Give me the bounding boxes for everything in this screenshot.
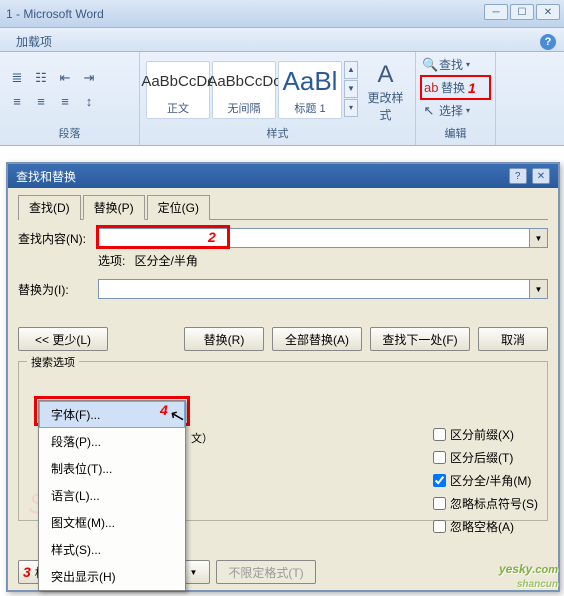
dialog-button-row: << 更少(L) 替换(R) 全部替换(A) 查找下一处(F) 取消 bbox=[18, 327, 548, 351]
find-replace-dialog: 查找和替换 ? ✕ Shiny 查找(D) 替换(P) 定位(G) 查找内容(N… bbox=[6, 162, 560, 592]
replace-icon: ab bbox=[424, 80, 438, 95]
select-button[interactable]: ↖ 选择 ▾ bbox=[420, 100, 491, 121]
find-dropdown-icon[interactable]: ▼ bbox=[530, 228, 548, 248]
find-next-button[interactable]: 查找下一处(F) bbox=[370, 327, 470, 351]
options-value: 区分全/半角 bbox=[135, 254, 198, 268]
window-controls: ─ ☐ ✕ bbox=[484, 4, 560, 20]
replace-dropdown-icon[interactable]: ▼ bbox=[530, 279, 548, 299]
ribbon: ≣ ☷ ⇤ ⇥ ≡ ≡ ≡ ↕ 段落 AaBbCcDc 正文 AaBbCcDc … bbox=[0, 52, 564, 146]
gallery-up-icon[interactable]: ▲ bbox=[344, 61, 358, 79]
find-icon: 🔍 bbox=[422, 57, 436, 73]
no-format-button: 不限定格式(T) bbox=[216, 560, 316, 584]
group-styles: AaBbCcDc 正文 AaBbCcDc 无间隔 AaBl 标题 1 ▲ ▼ ▾ bbox=[140, 52, 416, 145]
format-menu: 字体(F)... 段落(P)... 制表位(T)... 语言(L)... 图文框… bbox=[38, 400, 186, 591]
ribbon-tabs: 加载项 bbox=[0, 28, 564, 52]
window-title: 1 - Microsoft Word bbox=[6, 7, 104, 21]
cancel-button[interactable]: 取消 bbox=[478, 327, 548, 351]
check-prefix[interactable]: 区分前缀(X) bbox=[433, 426, 538, 443]
group-paragraph: ≣ ☷ ⇤ ⇥ ≡ ≡ ≡ ↕ 段落 bbox=[0, 52, 140, 145]
find-input[interactable] bbox=[98, 228, 530, 248]
change-styles-icon: A bbox=[362, 61, 409, 89]
style-gallery: AaBbCcDc 正文 AaBbCcDc 无间隔 AaBl 标题 1 ▲ ▼ ▾ bbox=[146, 61, 358, 119]
annotation-3: 3 bbox=[23, 564, 31, 580]
tab-addins[interactable]: 加载项 bbox=[8, 31, 60, 52]
numbering-icon[interactable]: ☷ bbox=[30, 67, 52, 89]
search-options-legend: 搜索选项 bbox=[27, 354, 79, 370]
minimize-button[interactable]: ─ bbox=[484, 4, 508, 20]
change-styles-button[interactable]: A 更改样式 bbox=[362, 57, 409, 123]
title-bar: 1 - Microsoft Word bbox=[0, 0, 564, 28]
watermark: yesky.com shancun bbox=[499, 553, 558, 590]
menu-language[interactable]: 语言(L)... bbox=[39, 482, 185, 509]
menu-highlight[interactable]: 突出显示(H) bbox=[39, 563, 185, 590]
less-button[interactable]: << 更少(L) bbox=[18, 327, 108, 351]
gallery-scroll: ▲ ▼ ▾ bbox=[344, 61, 358, 117]
menu-style[interactable]: 样式(S)... bbox=[39, 536, 185, 563]
replace-label: 替换为(I): bbox=[18, 281, 98, 298]
align-right-icon[interactable]: ≡ bbox=[54, 91, 76, 113]
dialog-body: Shiny 查找(D) 替换(P) 定位(G) 查找内容(N): ▼ 2 选项:… bbox=[8, 188, 558, 590]
stray-text: 文） bbox=[191, 430, 213, 446]
annotation-4: 4 bbox=[160, 402, 168, 418]
line-spacing-icon[interactable]: ↕ bbox=[78, 91, 100, 113]
dropdown-icon: ▾ bbox=[466, 60, 470, 69]
gallery-more-icon[interactable]: ▾ bbox=[344, 99, 358, 117]
dialog-close-icon[interactable]: ✕ bbox=[532, 168, 550, 184]
tab-replace[interactable]: 替换(P) bbox=[83, 195, 145, 220]
dropdown-icon: ▾ bbox=[466, 106, 470, 115]
replace-button[interactable]: ab 替换 1 bbox=[420, 75, 491, 100]
align-center-icon[interactable]: ≡ bbox=[30, 91, 52, 113]
group-editing: 🔍 查找 ▾ ab 替换 1 ↖ 选择 ▾ 编辑 bbox=[416, 52, 496, 145]
dialog-tabs: 查找(D) 替换(P) 定位(G) bbox=[18, 194, 548, 220]
style-nospacing[interactable]: AaBbCcDc 无间隔 bbox=[212, 61, 276, 119]
help-icon[interactable]: ? bbox=[540, 34, 556, 50]
find-row: 查找内容(N): ▼ 2 bbox=[18, 228, 548, 248]
menu-frame[interactable]: 图文框(M)... bbox=[39, 509, 185, 536]
check-space[interactable]: 忽略空格(A) bbox=[433, 518, 538, 535]
find-button[interactable]: 🔍 查找 ▾ bbox=[420, 54, 491, 75]
check-halfwidth[interactable]: 区分全/半角(M) bbox=[433, 472, 538, 489]
dialog-titlebar[interactable]: 查找和替换 ? ✕ bbox=[8, 164, 558, 188]
dialog-title: 查找和替换 bbox=[16, 168, 76, 185]
close-button[interactable]: ✕ bbox=[536, 4, 560, 20]
options-row: 选项: 区分全/半角 bbox=[18, 252, 548, 269]
dialog-help-icon[interactable]: ? bbox=[509, 168, 527, 184]
tab-find[interactable]: 查找(D) bbox=[18, 195, 81, 220]
replace-row: 替换为(I): ▼ bbox=[18, 279, 548, 299]
gallery-down-icon[interactable]: ▼ bbox=[344, 80, 358, 98]
select-icon: ↖ bbox=[422, 103, 436, 119]
check-punct[interactable]: 忽略标点符号(S) bbox=[433, 495, 538, 512]
annotation-2: 2 bbox=[208, 229, 216, 245]
outdent-icon[interactable]: ⇤ bbox=[54, 67, 76, 89]
check-suffix[interactable]: 区分后缀(T) bbox=[433, 449, 538, 466]
indent-icon[interactable]: ⇥ bbox=[78, 67, 100, 89]
style-normal[interactable]: AaBbCcDc 正文 bbox=[146, 61, 210, 119]
align-left-icon[interactable]: ≡ bbox=[6, 91, 28, 113]
group-label-editing: 编辑 bbox=[420, 125, 491, 143]
option-checkboxes: 区分前缀(X) 区分后缀(T) 区分全/半角(M) 忽略标点符号(S) 忽略空格… bbox=[433, 426, 538, 535]
group-label-paragraph: 段落 bbox=[6, 125, 133, 143]
replace-one-button[interactable]: 替换(R) bbox=[184, 327, 264, 351]
group-label-styles: 样式 bbox=[146, 125, 409, 143]
menu-paragraph[interactable]: 段落(P)... bbox=[39, 428, 185, 455]
options-label: 选项: bbox=[98, 254, 125, 268]
replace-input[interactable] bbox=[98, 279, 530, 299]
find-label: 查找内容(N): bbox=[18, 230, 98, 247]
chevron-down-icon: ▼ bbox=[190, 568, 198, 577]
style-heading1[interactable]: AaBl 标题 1 bbox=[278, 61, 342, 119]
annotation-1: 1 bbox=[468, 80, 476, 96]
bullets-icon[interactable]: ≣ bbox=[6, 67, 28, 89]
paragraph-buttons: ≣ ☷ ⇤ ⇥ ≡ ≡ ≡ ↕ bbox=[6, 67, 100, 113]
menu-tabs[interactable]: 制表位(T)... bbox=[39, 455, 185, 482]
tab-goto[interactable]: 定位(G) bbox=[147, 195, 210, 220]
replace-all-button[interactable]: 全部替换(A) bbox=[272, 327, 362, 351]
maximize-button[interactable]: ☐ bbox=[510, 4, 534, 20]
